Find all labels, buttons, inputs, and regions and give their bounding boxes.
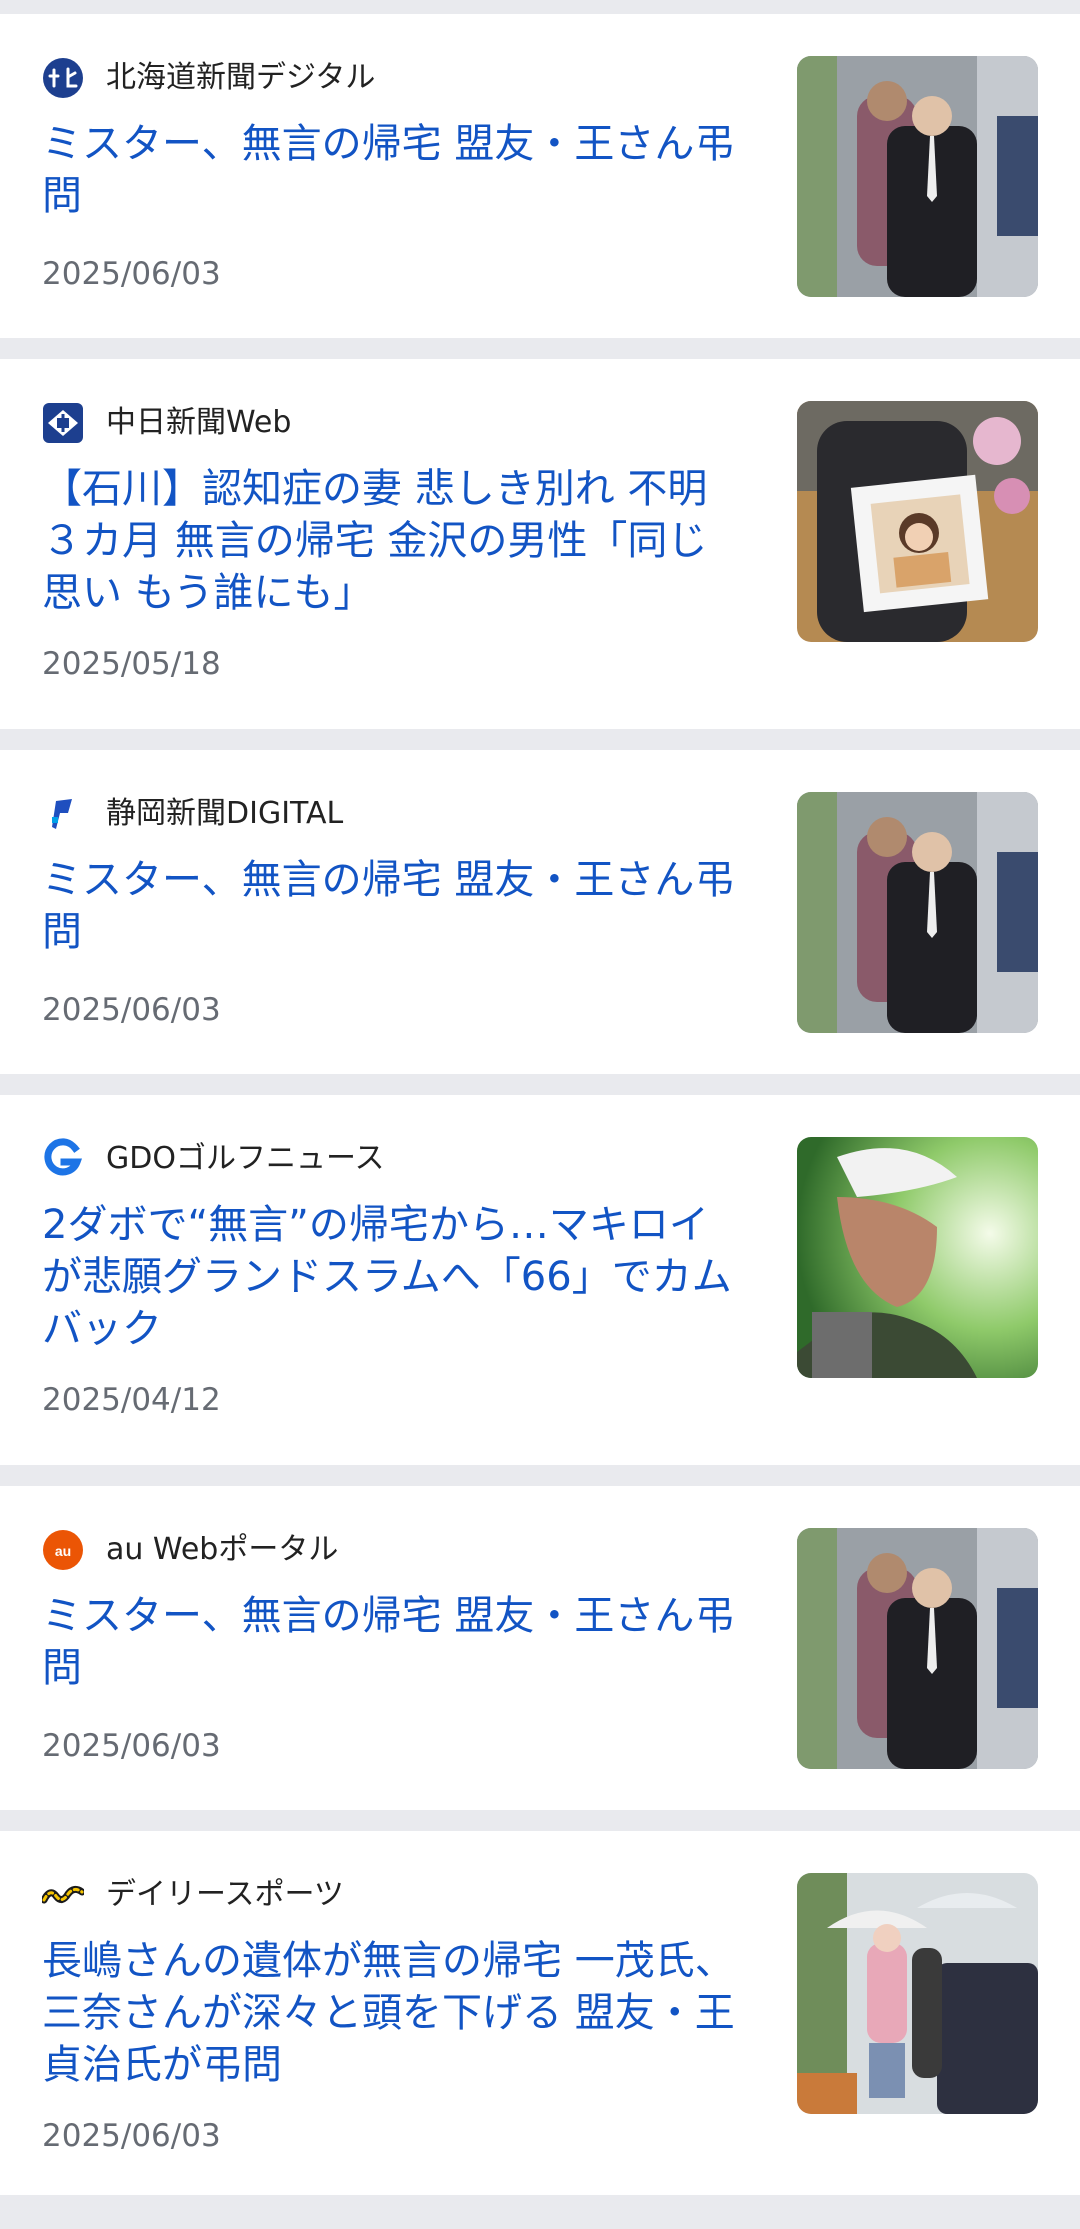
article-card[interactable]: au au Webポータル ミスター、無言の帰宅 盟友・王さん弔問 2025/0…	[0, 1486, 1080, 1810]
article-headline-link[interactable]: ミスター、無言の帰宅 盟友・王さん弔問	[42, 854, 742, 958]
article-date: 2025/04/12	[42, 1382, 221, 1418]
article-date: 2025/06/03	[42, 1728, 221, 1764]
article-headline-link[interactable]: ミスター、無言の帰宅 盟友・王さん弔問	[42, 1590, 742, 1694]
source-name: 静岡新聞DIGITAL	[106, 796, 344, 831]
svg-text:au: au	[55, 1543, 71, 1559]
article-thumbnail[interactable]	[797, 1528, 1038, 1769]
shizuoka-shimbun-logo-icon	[42, 793, 84, 835]
article-card[interactable]: 北海道新聞デジタル ミスター、無言の帰宅 盟友・王さん弔問 2025/06/03	[0, 14, 1080, 338]
article-source: 静岡新聞DIGITAL	[42, 792, 343, 836]
article-source: 北海道新聞デジタル	[42, 56, 375, 100]
chunichi-shimbun-logo-icon	[42, 402, 84, 444]
article-card[interactable]: 中日新聞Web 【石川】認知症の妻 悲しき別れ 不明３カ月 無言の帰宅 金沢の男…	[0, 359, 1080, 729]
article-date: 2025/05/18	[42, 646, 221, 682]
article-thumbnail[interactable]	[797, 56, 1038, 297]
article-headline-link[interactable]: 2ダボで“無言”の帰宅から…マキロイが悲願グランドスラムへ「66」でカムバック	[42, 1199, 742, 1355]
au-web-portal-logo-icon: au	[42, 1529, 84, 1571]
article-headline-link[interactable]: 長嶋さんの遺体が無言の帰宅 一茂氏、三奈さんが深々と頭を下げる 盟友・王貞治氏が…	[42, 1935, 742, 2091]
article-source: GDOゴルフニュース	[42, 1137, 384, 1181]
source-name: 中日新聞Web	[106, 405, 292, 440]
article-headline-link[interactable]: 【石川】認知症の妻 悲しき別れ 不明３カ月 無言の帰宅 金沢の男性「同じ思い も…	[42, 463, 742, 619]
gdo-logo-icon	[42, 1138, 84, 1180]
article-source: デイリースポーツ	[42, 1873, 344, 1917]
hokkaido-shimbun-logo-icon	[42, 57, 84, 99]
article-date: 2025/06/03	[42, 256, 221, 292]
article-date: 2025/06/03	[42, 992, 221, 1028]
daily-sports-logo-icon	[42, 1874, 84, 1916]
article-card[interactable]: GDOゴルフニュース 2ダボで“無言”の帰宅から…マキロイが悲願グランドスラムへ…	[0, 1095, 1080, 1465]
source-name: GDOゴルフニュース	[106, 1141, 385, 1176]
article-thumbnail[interactable]	[797, 1137, 1038, 1378]
article-date: 2025/06/03	[42, 2118, 221, 2154]
article-headline-link[interactable]: ミスター、無言の帰宅 盟友・王さん弔問	[42, 118, 742, 222]
source-name: デイリースポーツ	[106, 1877, 344, 1912]
article-thumbnail[interactable]	[797, 792, 1038, 1033]
article-source: 中日新聞Web	[42, 401, 291, 445]
source-name: 北海道新聞デジタル	[106, 60, 376, 95]
article-card[interactable]: デイリースポーツ 長嶋さんの遺体が無言の帰宅 一茂氏、三奈さんが深々と頭を下げる…	[0, 1831, 1080, 2195]
article-source: au au Webポータル	[42, 1528, 338, 1572]
article-card[interactable]: 静岡新聞DIGITAL ミスター、無言の帰宅 盟友・王さん弔問 2025/06/…	[0, 750, 1080, 1074]
source-name: au Webポータル	[106, 1532, 339, 1567]
article-thumbnail[interactable]	[797, 1873, 1038, 2114]
article-thumbnail[interactable]	[797, 401, 1038, 642]
